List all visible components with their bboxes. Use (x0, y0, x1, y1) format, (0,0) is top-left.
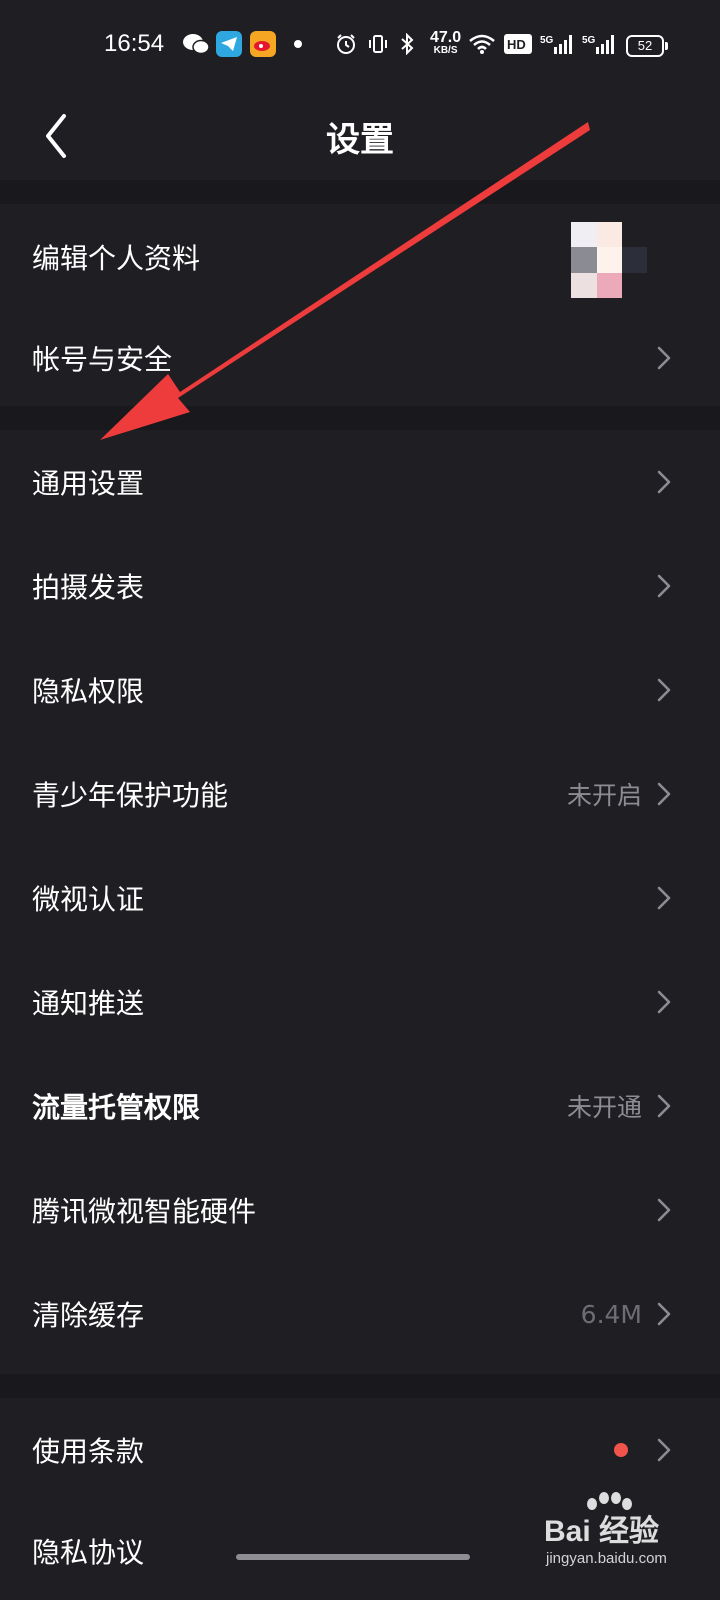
status-time: 16:54 (104, 30, 165, 57)
row-value: 未开启 (566, 781, 642, 810)
alarm-icon (334, 32, 358, 56)
row-label: 微视认证 (32, 883, 145, 916)
net-speed-value: 47.0 (430, 29, 462, 46)
wechat-icon (182, 32, 210, 56)
row-verification[interactable]: 微视认证 (0, 846, 720, 950)
avatar[interactable] (571, 222, 647, 298)
row-label: 清除缓存 (32, 1299, 145, 1332)
status-bar: 16:54 47.0 KB/S HD 5G 5G 52 (0, 0, 720, 92)
wifi-icon (468, 32, 496, 56)
chevron-right-icon (657, 1094, 671, 1118)
watermark-url: jingyan.baidu.com (546, 1550, 667, 1567)
net-speed: 47.0 KB/S (430, 30, 461, 56)
row-general-settings[interactable]: 通用设置 (0, 430, 720, 534)
row-traffic-hosting[interactable]: 流量托管权限 未开通 (0, 1054, 720, 1158)
telegram-icon (216, 31, 242, 57)
row-label: 通用设置 (32, 467, 145, 500)
row-label: 隐私权限 (32, 675, 145, 708)
row-youth-protection[interactable]: 青少年保护功能 未开启 (0, 742, 720, 846)
section-divider (0, 406, 720, 430)
row-shoot-publish[interactable]: 拍摄发表 (0, 534, 720, 638)
page-title: 设置 (326, 120, 394, 160)
svg-text:HD: HD (507, 37, 526, 52)
chevron-right-icon (657, 886, 671, 910)
chevron-right-icon (657, 1198, 671, 1222)
row-value: 6.4M (580, 1299, 642, 1329)
row-label: 通知推送 (32, 987, 145, 1020)
battery-indicator: 52 (626, 35, 668, 57)
chevron-right-icon (657, 346, 671, 370)
home-indicator[interactable] (236, 1554, 470, 1560)
row-clear-cache[interactable]: 清除缓存 6.4M (0, 1262, 720, 1366)
row-label: 青少年保护功能 (32, 779, 229, 812)
row-label: 腾讯微视智能硬件 (32, 1195, 257, 1228)
row-privacy-permissions[interactable]: 隐私权限 (0, 638, 720, 742)
chevron-right-icon (657, 990, 671, 1014)
chevron-right-icon (657, 1302, 671, 1326)
row-account-security[interactable]: 帐号与安全 (0, 310, 720, 406)
baidu-watermark: Bai 经验 jingyan.baidu.com (540, 1490, 710, 1580)
chevron-right-icon (657, 678, 671, 702)
section-divider (0, 1374, 720, 1398)
watermark-brand: Bai 经验 (544, 1515, 660, 1548)
row-label: 拍摄发表 (32, 571, 145, 604)
net-speed-unit: KB/S (433, 45, 458, 56)
weibo-icon (250, 31, 276, 57)
chevron-right-icon (657, 574, 671, 598)
chevron-right-icon (657, 470, 671, 494)
bluetooth-icon (398, 32, 416, 56)
row-label: 流量托管权限 (32, 1091, 201, 1124)
signal-5g-icon: 5G (582, 32, 616, 56)
vibrate-icon (366, 32, 390, 56)
row-value: 未开通 (566, 1093, 642, 1122)
row-label: 帐号与安全 (32, 343, 173, 376)
signal-5g-icon: 5G (540, 32, 574, 56)
svg-text:5G: 5G (540, 35, 554, 46)
unread-badge (614, 1443, 628, 1457)
row-label: 编辑个人资料 (32, 242, 201, 275)
row-smart-hardware[interactable]: 腾讯微视智能硬件 (0, 1158, 720, 1262)
chevron-right-icon (657, 782, 671, 806)
hd-icon: HD (504, 32, 532, 56)
row-notifications[interactable]: 通知推送 (0, 950, 720, 1054)
chevron-right-icon (657, 1438, 671, 1462)
row-label: 使用条款 (32, 1435, 145, 1468)
dot-icon (294, 40, 302, 48)
section-divider (0, 180, 720, 204)
row-label: 隐私协议 (32, 1536, 145, 1569)
header: 设置 (0, 92, 720, 180)
svg-text:5G: 5G (582, 35, 596, 46)
row-terms-of-use[interactable]: 使用条款 (0, 1398, 720, 1502)
